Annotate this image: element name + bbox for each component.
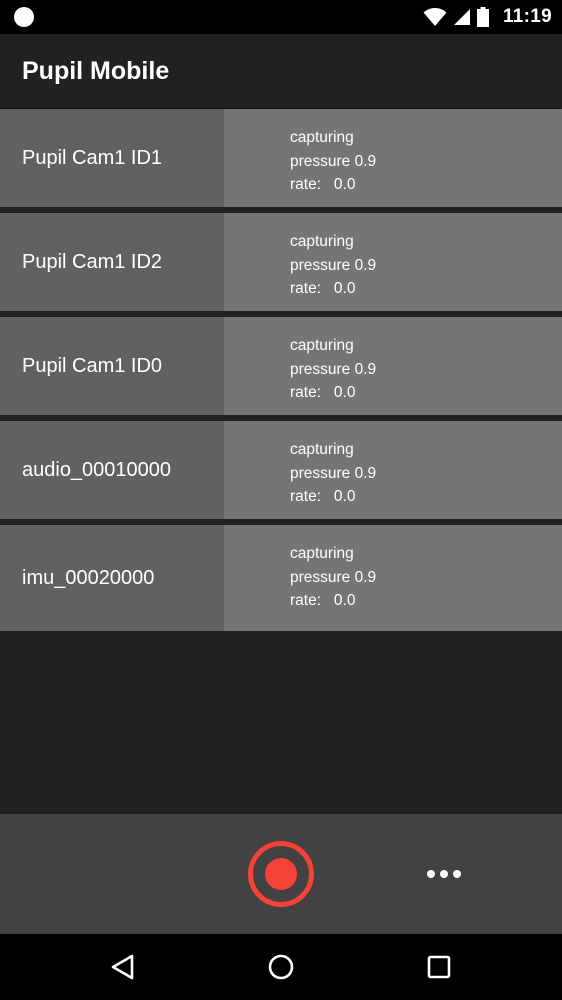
sensor-name: Pupil Cam1 ID2 — [0, 213, 224, 311]
sensor-row[interactable]: Pupil Cam1 ID2 capturing pressure 0.9 ra… — [0, 213, 562, 311]
sensor-pressure: pressure 0.9 — [290, 360, 377, 378]
recents-icon — [427, 955, 451, 979]
sensor-name: audio_00010000 — [0, 421, 224, 519]
back-button[interactable] — [108, 952, 138, 982]
sensor-pressure: pressure 0.9 — [290, 152, 377, 170]
more-options-button[interactable] — [420, 856, 468, 892]
record-icon — [265, 858, 297, 890]
record-button[interactable] — [248, 841, 314, 907]
sensor-info: capturing pressure 0.9 rate: 0.0 — [224, 525, 562, 631]
sensor-row[interactable]: imu_00020000 capturing pressure 0.9 rate… — [0, 525, 562, 631]
sensor-status: capturing — [290, 441, 354, 458]
sensor-status: capturing — [290, 545, 354, 562]
sensor-status: capturing — [290, 233, 354, 250]
app-bar: Pupil Mobile — [0, 34, 562, 108]
sensor-status: capturing — [290, 337, 354, 354]
sensor-pressure: pressure 0.9 — [290, 464, 377, 482]
sensor-info: capturing pressure 0.9 rate: 0.0 — [224, 421, 562, 519]
sensor-pressure: pressure 0.9 — [290, 256, 377, 274]
home-icon — [268, 954, 294, 980]
sensor-rate: rate: 0.0 — [290, 280, 356, 297]
sensor-info: capturing pressure 0.9 rate: 0.0 — [224, 317, 562, 415]
sensor-rate: rate: 0.0 — [290, 176, 356, 193]
sensor-status: capturing — [290, 129, 354, 146]
sensor-list: Pupil Cam1 ID1 capturing pressure 0.9 ra… — [0, 109, 562, 631]
sensor-info: capturing pressure 0.9 rate: 0.0 — [224, 213, 562, 311]
clock: 11:19 — [502, 6, 552, 27]
recents-button[interactable] — [424, 952, 454, 982]
sensor-rate: rate: 0.0 — [290, 384, 356, 401]
status-icons: 11:19 — [423, 0, 552, 34]
sensor-pressure: pressure 0.9 — [290, 568, 377, 586]
more-dot-icon — [453, 870, 461, 878]
sensor-row[interactable]: audio_00010000 capturing pressure 0.9 ra… — [0, 421, 562, 519]
cellular-signal-icon — [453, 9, 470, 25]
sensor-row[interactable]: Pupil Cam1 ID1 capturing pressure 0.9 ra… — [0, 109, 562, 207]
app-title: Pupil Mobile — [22, 57, 170, 85]
more-dot-icon — [440, 870, 448, 878]
wifi-icon — [423, 8, 447, 26]
home-button[interactable] — [266, 952, 296, 982]
status-bar: 11:19 — [0, 0, 562, 34]
sensor-rate: rate: 0.0 — [290, 488, 356, 505]
notification-dot-icon — [14, 7, 34, 27]
sensor-name: Pupil Cam1 ID0 — [0, 317, 224, 415]
more-dot-icon — [427, 870, 435, 878]
sensor-name: imu_00020000 — [0, 525, 224, 631]
sensor-rate: rate: 0.0 — [290, 592, 356, 609]
sensor-name: Pupil Cam1 ID1 — [0, 109, 224, 207]
sensor-row[interactable]: Pupil Cam1 ID0 capturing pressure 0.9 ra… — [0, 317, 562, 415]
back-icon — [111, 954, 134, 980]
bottom-toolbar — [0, 814, 562, 934]
battery-icon — [476, 7, 489, 27]
sensor-info: capturing pressure 0.9 rate: 0.0 — [224, 109, 562, 207]
system-nav-bar — [0, 934, 562, 1000]
